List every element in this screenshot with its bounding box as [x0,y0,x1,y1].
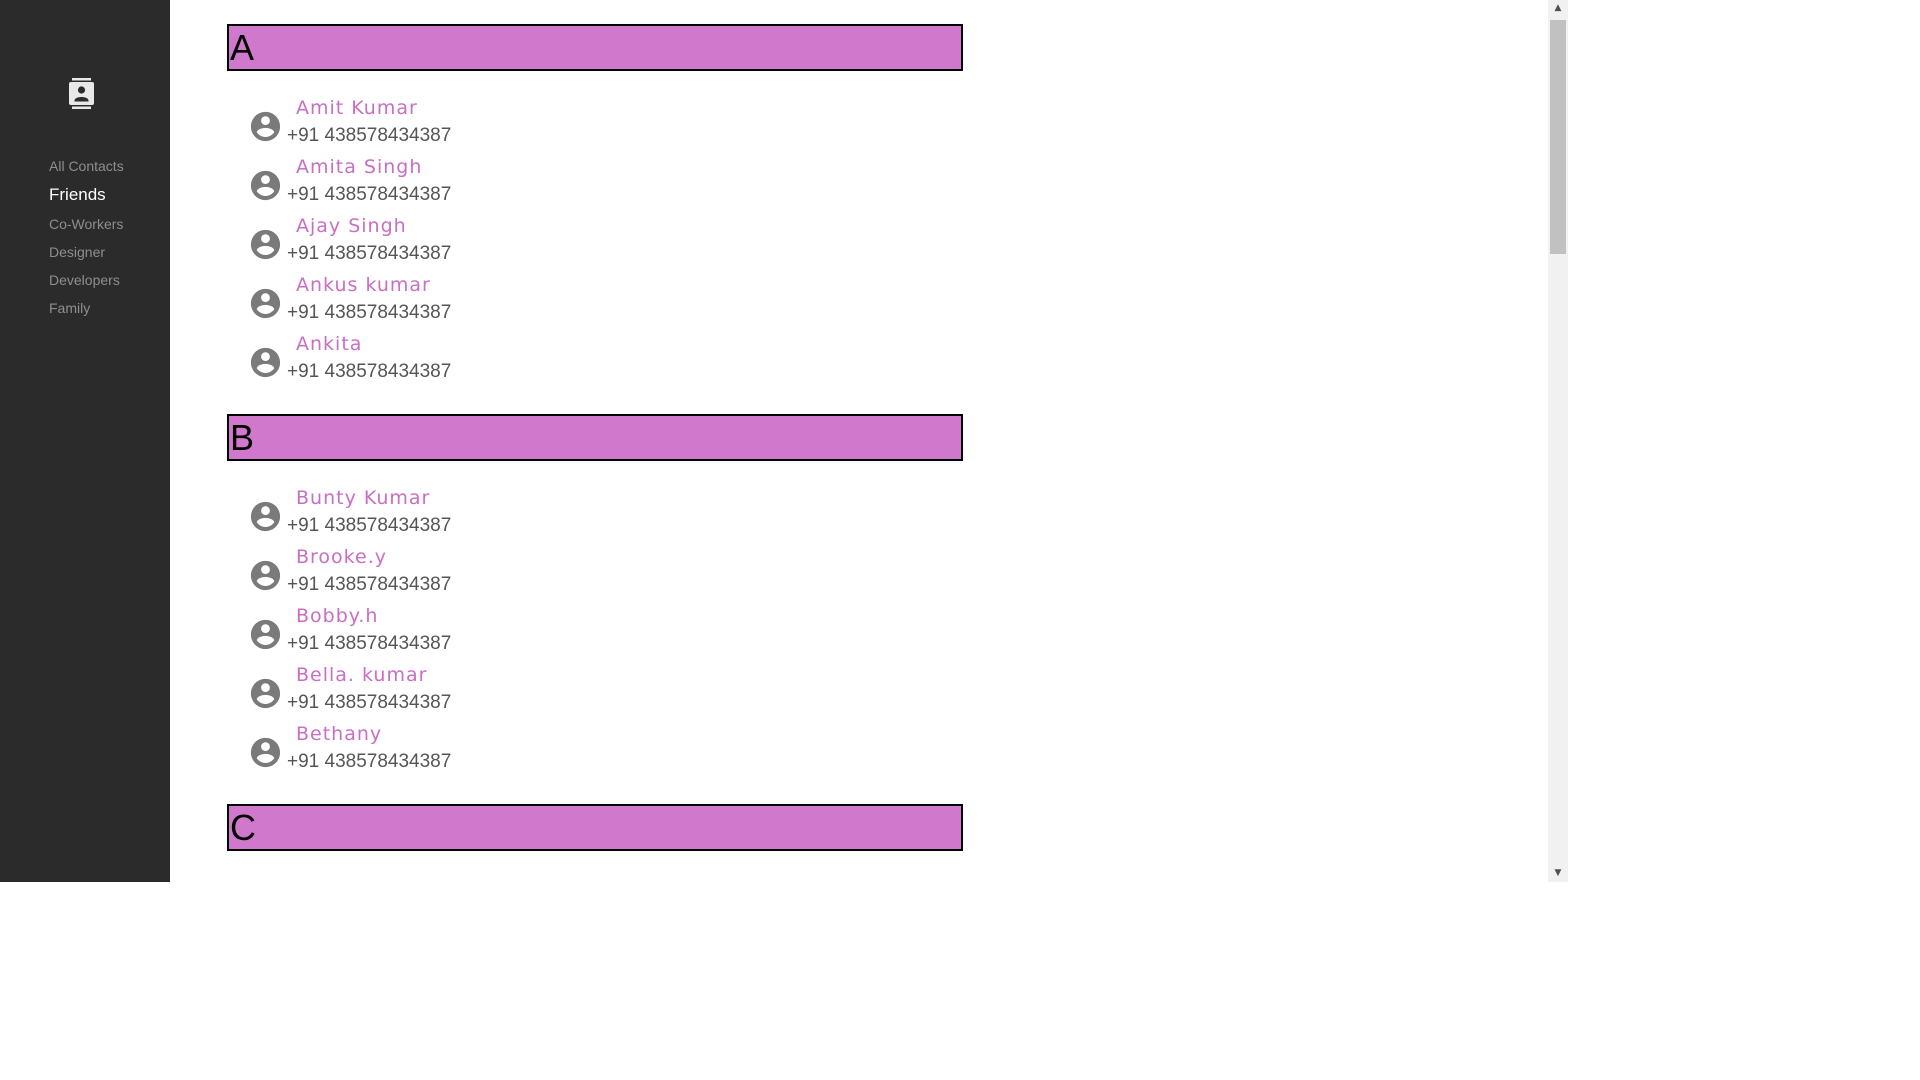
scroll-up-arrow-icon[interactable]: ▲ [1548,0,1568,17]
contact-item[interactable]: Ajay Singh +91 438578434387 [248,215,648,273]
account-circle-icon [250,229,281,260]
sidebar-item-designer[interactable]: Designer [49,238,124,266]
contact-name[interactable]: Bobby.h [296,605,378,627]
vertical-scrollbar[interactable]: ▲ ▼ [1548,0,1568,882]
section-header-c: C [227,804,963,851]
account-circle-icon [250,111,281,142]
contact-phone: +91 438578434387 [287,751,452,772]
contact-item[interactable]: Amita Singh +91 438578434387 [248,156,648,214]
scroll-thumb[interactable] [1550,20,1566,254]
contact-item[interactable]: Ankita +91 438578434387 [248,333,648,391]
contact-phone: +91 438578434387 [287,302,452,323]
contacts-book-icon [69,78,94,109]
contact-name[interactable]: Bella. kumar [296,664,427,686]
scroll-down-arrow-icon[interactable]: ▼ [1548,865,1568,882]
sidebar-item-all-contacts[interactable]: All Contacts [49,152,124,180]
contact-phone: +91 438578434387 [287,243,452,264]
account-circle-icon [250,501,281,532]
contact-item[interactable]: Bethany +91 438578434387 [248,723,648,781]
contact-name[interactable]: Ajay Singh [296,215,407,237]
contact-item[interactable]: Ankus kumar +91 438578434387 [248,274,648,332]
contact-item[interactable]: Bella. kumar +91 438578434387 [248,664,648,722]
account-circle-icon [250,737,281,768]
section-header-a: A [227,24,963,71]
sidebar-nav: All Contacts Friends Co-Workers Designer… [49,152,124,322]
account-circle-icon [250,170,281,201]
contact-phone: +91 438578434387 [287,574,452,595]
contact-phone: +91 438578434387 [287,184,452,205]
contact-item[interactable]: Bobby.h +91 438578434387 [248,605,648,663]
contact-item[interactable]: Brooke.y +91 438578434387 [248,546,648,604]
sidebar: All Contacts Friends Co-Workers Designer… [0,0,170,882]
contact-name[interactable]: Bunty Kumar [296,487,430,509]
contact-name[interactable]: Brooke.y [296,546,387,568]
account-circle-icon [250,347,281,378]
account-circle-icon [250,288,281,319]
contact-phone: +91 438578434387 [287,633,452,654]
account-circle-icon [250,678,281,709]
contact-name[interactable]: Amit Kumar [296,97,418,119]
contact-name[interactable]: Bethany [296,723,382,745]
section-header-b: B [227,414,963,461]
sidebar-item-developers[interactable]: Developers [49,266,124,294]
contact-item[interactable]: Bunty Kumar +91 438578434387 [248,487,648,545]
sidebar-item-friends[interactable]: Friends [49,180,124,210]
contact-phone: +91 438578434387 [287,692,452,713]
contact-phone: +91 438578434387 [287,125,452,146]
sidebar-item-family[interactable]: Family [49,294,124,322]
contact-item[interactable]: Amit Kumar +91 438578434387 [248,97,648,155]
contact-name[interactable]: Ankita [296,333,362,355]
contact-phone: +91 438578434387 [287,515,452,536]
contact-name[interactable]: Ankus kumar [296,274,431,296]
contacts-list: A Amit Kumar +91 438578434387 Amita Sing… [170,0,1548,882]
account-circle-icon [250,619,281,650]
account-circle-icon [250,560,281,591]
sidebar-item-co-workers[interactable]: Co-Workers [49,210,124,238]
contact-name[interactable]: Amita Singh [296,156,422,178]
contact-phone: +91 438578434387 [287,361,452,382]
